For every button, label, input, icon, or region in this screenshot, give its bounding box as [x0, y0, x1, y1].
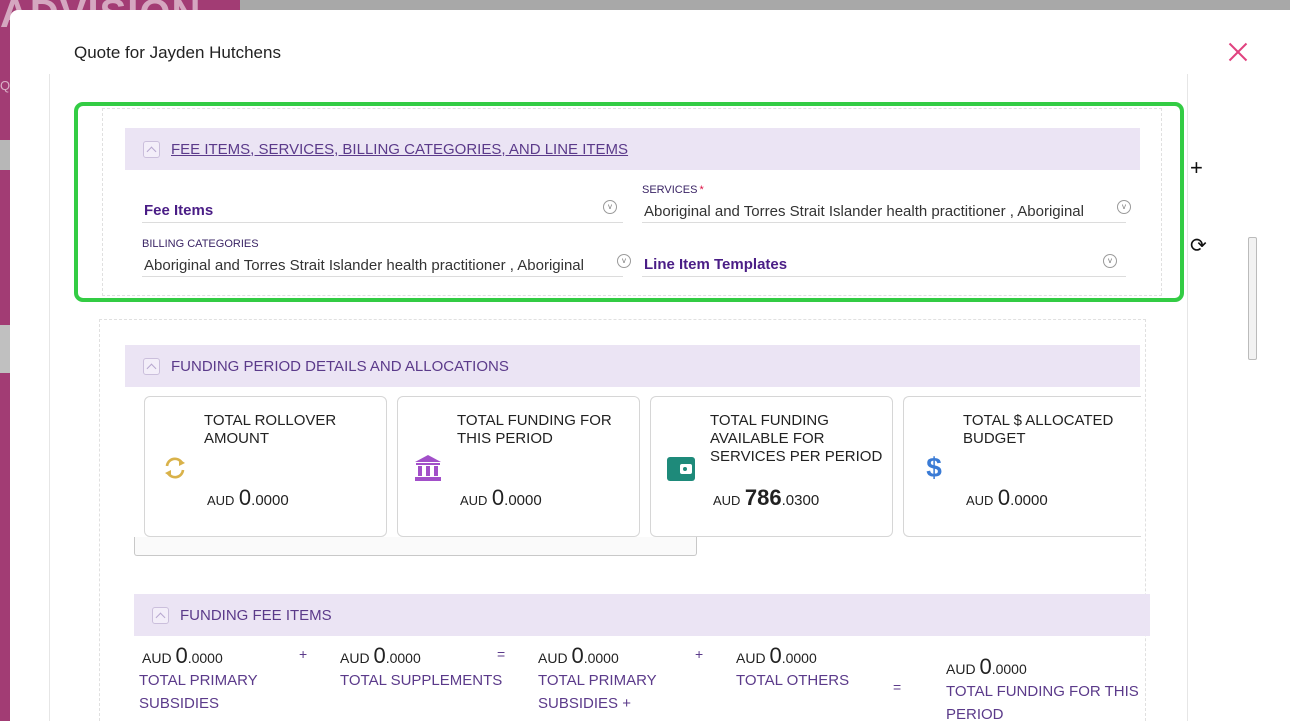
- total-others: AUD 0.0000 TOTAL OTHERS: [736, 643, 886, 692]
- refresh-icon: [159, 452, 191, 484]
- equals-operator: =: [497, 646, 506, 662]
- equals-operator: =: [893, 679, 902, 695]
- amount: AUD 0.0000: [946, 654, 1027, 679]
- cards-horizontal-scrollbar[interactable]: [134, 537, 697, 556]
- amount: AUD 0.0000: [142, 643, 223, 668]
- collapse-toggle-icon[interactable]: [152, 606, 169, 624]
- card-label: TOTAL FUNDING FOR THIS PERIOD: [457, 412, 612, 447]
- wallet-icon: [665, 452, 697, 484]
- refresh-icon[interactable]: ⟳: [1190, 233, 1207, 258]
- plus-operator: +: [695, 646, 704, 662]
- plus-operator: +: [299, 646, 308, 662]
- funding-fee-items-section-header[interactable]: FUNDING FEE ITEMS: [134, 594, 1150, 636]
- card-value: AUD 0.0000: [207, 485, 289, 510]
- add-icon[interactable]: +: [1190, 155, 1203, 181]
- amount: AUD 0.0000: [340, 643, 421, 668]
- section-title: FUNDING PERIOD DETAILS AND ALLOCATIONS: [171, 357, 509, 375]
- funding-period-section-header[interactable]: FUNDING PERIOD DETAILS AND ALLOCATIONS: [125, 345, 1140, 387]
- amount-label: TOTAL SUPPLEMENTS: [340, 672, 503, 689]
- total-supplements: AUD 0.0000 TOTAL SUPPLEMENTS: [340, 643, 510, 692]
- total-primary-subsidies-supplements: AUD 0.0000 TOTAL PRIMARY SUBSIDIES + SUP…: [538, 643, 673, 721]
- modal-title: Quote for Jayden Hutchens: [74, 43, 281, 62]
- card-value: AUD 0.0000: [460, 485, 542, 510]
- bank-icon: [412, 452, 444, 484]
- amount-label: TOTAL PRIMARY SUBSIDIES + SUPPLEMENTS: [538, 672, 657, 721]
- total-funding-period-card: TOTAL FUNDING FOR THIS PERIOD AUD 0.0000: [397, 396, 640, 537]
- card-label: TOTAL FUNDING AVAILABLE FOR SERVICES PER…: [710, 412, 883, 465]
- total-allocated-budget-card: TOTAL $ ALLOCATED BUDGET $ AUD 0.0000: [903, 396, 1141, 537]
- amount: AUD 0.0000: [736, 643, 817, 668]
- close-icon[interactable]: [1226, 40, 1250, 64]
- total-funding-available-card: TOTAL FUNDING AVAILABLE FOR SERVICES PER…: [650, 396, 893, 537]
- total-primary-subsidies: AUD 0.0000 TOTAL PRIMARY SUBSIDIES: [139, 643, 287, 715]
- background-header: [240, 0, 1290, 10]
- amount-label: TOTAL PRIMARY SUBSIDIES: [139, 672, 258, 712]
- dollar-icon: $: [926, 452, 942, 483]
- amount: AUD 0.0000: [538, 643, 619, 668]
- amount-label: TOTAL OTHERS: [736, 672, 850, 689]
- card-label: TOTAL $ ALLOCATED BUDGET: [963, 412, 1114, 447]
- card-value: AUD 0.0000: [966, 485, 1048, 510]
- collapse-toggle-icon[interactable]: [143, 357, 160, 375]
- total-rollover-card: TOTAL ROLLOVER AMOUNT AUD 0.0000: [144, 396, 387, 537]
- card-label: TOTAL ROLLOVER AMOUNT: [204, 412, 337, 447]
- amount-label: TOTAL FUNDING FOR THIS PERIOD: [946, 683, 1139, 721]
- card-value: AUD 786.0300: [713, 485, 820, 510]
- section-title: FUNDING FEE ITEMS: [180, 606, 332, 624]
- scrollbar[interactable]: [1248, 237, 1257, 360]
- total-funding-this-period: AUD 0.0000 TOTAL FUNDING FOR THIS PERIOD: [946, 654, 1146, 721]
- highlight-box: [74, 102, 1184, 302]
